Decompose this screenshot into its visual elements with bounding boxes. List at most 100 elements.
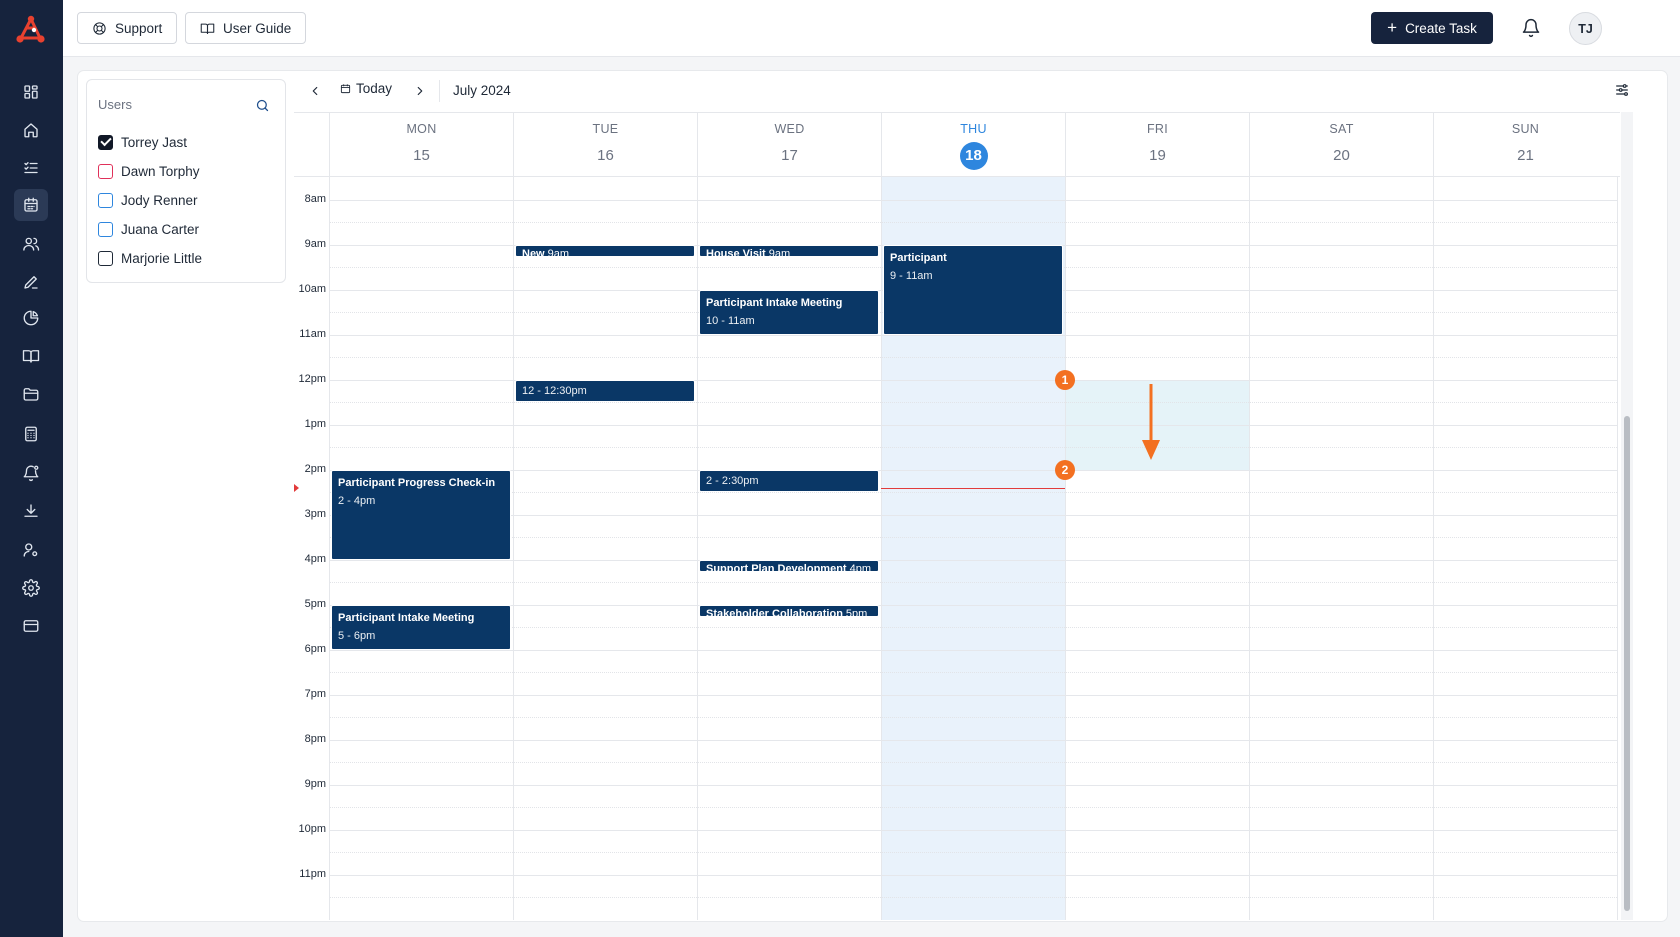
sidebar-item-user-settings[interactable]	[14, 534, 48, 566]
event-time: 4pm	[849, 562, 871, 572]
event-title: New	[522, 247, 545, 257]
sidebar-item-gear[interactable]	[14, 572, 48, 604]
day-header-wed[interactable]: WED 17	[697, 113, 881, 177]
credit-card-icon	[23, 620, 39, 632]
day-header-sun[interactable]: SUN 21	[1433, 113, 1617, 177]
scrollbar-thumb[interactable]	[1624, 416, 1630, 911]
search-icon[interactable]	[255, 98, 273, 116]
users-icon	[23, 237, 40, 251]
calendar-event[interactable]: House Visit 9am	[699, 244, 879, 257]
sidebar-item-edit[interactable]	[14, 266, 48, 298]
current-time-line	[881, 487, 1065, 489]
create-task-button[interactable]: + Create Task	[1371, 12, 1493, 44]
plus-icon: +	[1387, 17, 1398, 37]
user-checkbox[interactable]	[98, 221, 113, 237]
half-hour-gridline	[329, 492, 1617, 493]
hour-label: 5pm	[304, 597, 326, 610]
calendar-event[interactable]: Participant Intake Meeting 5 - 6pm	[331, 604, 511, 650]
sidebar-item-pie-chart[interactable]	[14, 302, 48, 334]
calendar-event[interactable]: Participant Progress Check-in 2 - 4pm	[331, 469, 511, 560]
sidebar-item-folder[interactable]	[14, 378, 48, 410]
book-open-icon	[200, 23, 215, 34]
half-hour-gridline	[329, 897, 1617, 898]
sidebar	[0, 0, 63, 937]
user-checkbox[interactable]	[98, 134, 113, 150]
day-header-fri[interactable]: FRI 19	[1065, 113, 1249, 177]
calendar-event[interactable]: Participant 9 - 11am	[883, 244, 1063, 335]
users-panel: Users Torrey Jast Dawn Torphy Jody Renner J…	[86, 79, 286, 283]
half-hour-gridline	[329, 717, 1617, 718]
filter-settings-icon[interactable]	[1614, 82, 1634, 102]
sidebar-item-dashboard[interactable]	[14, 76, 48, 108]
day-header-tue[interactable]: TUE 16	[513, 113, 697, 177]
calendar-scrollbar[interactable]	[1621, 112, 1633, 920]
sidebar-item-calendar[interactable]	[14, 189, 48, 221]
user-guide-button[interactable]: User Guide	[185, 12, 307, 44]
app-logo[interactable]	[13, 14, 49, 46]
hour-label: 4pm	[304, 552, 326, 565]
day-name: SUN	[1511, 122, 1540, 136]
sidebar-item-users[interactable]	[14, 228, 48, 260]
user-name: Torrey Jast	[121, 134, 188, 150]
user-filter-item[interactable]: Marjorie Little	[98, 248, 202, 268]
user-filter-item[interactable]: Juana Carter	[98, 219, 199, 239]
sidebar-item-notification-settings[interactable]	[14, 457, 48, 489]
pie-chart-icon	[23, 310, 39, 326]
support-button[interactable]: Support	[77, 12, 178, 44]
half-hour-gridline	[329, 852, 1617, 853]
calendar-event[interactable]: 12 - 12:30pm	[515, 379, 695, 402]
day-number: 16	[597, 147, 614, 164]
hour-gridline	[329, 784, 1617, 786]
day-header-sat[interactable]: SAT 20	[1249, 113, 1433, 177]
calendar-event[interactable]: 2 - 2:30pm	[699, 469, 879, 492]
half-hour-gridline	[329, 762, 1617, 763]
support-label: Support	[115, 20, 163, 36]
day-header-thu[interactable]: THU 18	[881, 113, 1065, 177]
sidebar-item-book[interactable]	[14, 340, 48, 372]
calendar-event[interactable]: Support Plan Development 4pm	[699, 559, 879, 572]
sidebar-item-task-list[interactable]	[14, 152, 48, 184]
home-icon	[24, 123, 38, 138]
user-checkbox[interactable]	[98, 163, 113, 179]
calendar-time-grid[interactable]: 8am 9am 10am 11am 12pm 1pm 2pm 3pm 4pm 5pm 6pm 7pm 8…	[294, 177, 1620, 920]
hour-label: 12pm	[298, 372, 326, 385]
day-number: 18	[959, 142, 988, 170]
next-week-button[interactable]	[409, 80, 431, 102]
month-label: July 2024	[453, 83, 511, 98]
hour-label: 10am	[298, 282, 326, 295]
previous-week-button[interactable]	[304, 80, 326, 102]
event-title: Participant Progress Check-in	[338, 476, 496, 489]
hour-label: 2pm	[304, 462, 326, 475]
hour-label: 6pm	[304, 642, 326, 655]
hour-label: 11am	[299, 327, 326, 340]
user-filter-item[interactable]: Jody Renner	[98, 190, 198, 210]
sidebar-item-credit-card[interactable]	[14, 610, 48, 642]
toolbar-divider	[439, 80, 440, 102]
sidebar-item-home[interactable]	[14, 114, 48, 146]
user-checkbox[interactable]	[98, 192, 113, 208]
lifebuoy-icon	[93, 21, 106, 35]
day-header-mon[interactable]: MON 15	[329, 113, 513, 177]
task-list-icon	[24, 162, 38, 174]
event-time: 5pm	[845, 607, 868, 617]
hour-gridline	[329, 604, 1617, 606]
badge-end-number: 2	[1061, 462, 1069, 477]
sidebar-item-calculator[interactable]	[14, 418, 48, 450]
hour-gridline	[329, 334, 1617, 336]
user-name: Marjorie Little	[121, 250, 203, 266]
badge-start-number: 1	[1061, 372, 1069, 387]
hour-gridline	[329, 514, 1617, 516]
user-filter-item[interactable]: Dawn Torphy	[98, 161, 200, 181]
sidebar-item-download[interactable]	[14, 495, 48, 527]
user-checkbox[interactable]	[98, 250, 113, 266]
today-label: Today	[356, 81, 393, 96]
user-avatar[interactable]: TJ	[1569, 12, 1602, 45]
day-number: 20	[1333, 147, 1350, 164]
user-filter-item[interactable]: Torrey Jast	[98, 132, 187, 152]
calendar-event[interactable]: Participant Intake Meeting 10 - 11am	[699, 289, 879, 335]
calendar-event[interactable]: Stakeholder Collaboration 5pm	[699, 604, 879, 617]
calendar-event[interactable]: New 9am	[515, 244, 695, 257]
today-button[interactable]: Today	[340, 81, 392, 96]
notifications-bell-icon[interactable]	[1518, 15, 1544, 41]
chevron-left-icon	[312, 86, 318, 96]
